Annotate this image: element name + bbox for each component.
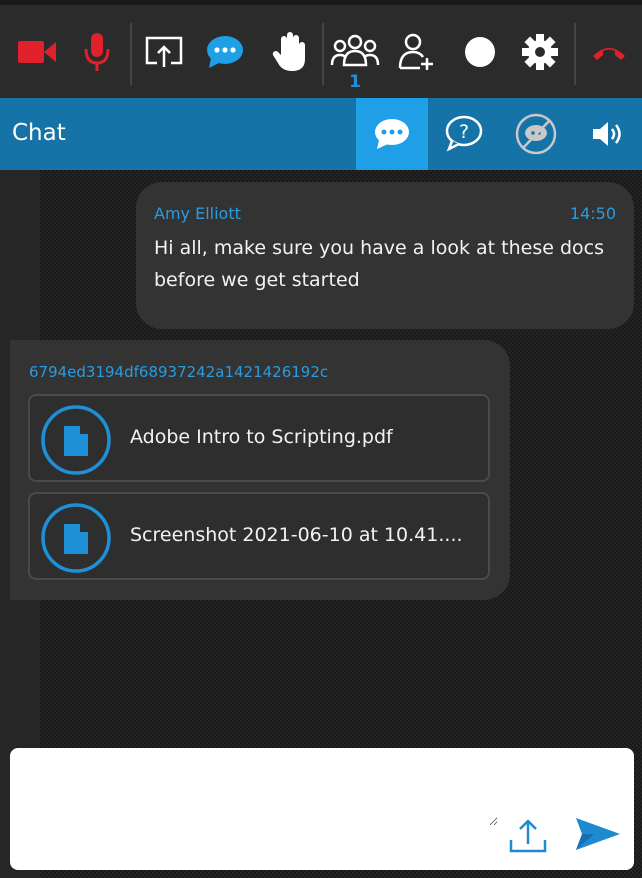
microphone-button[interactable]: [70, 5, 124, 98]
camera-button[interactable]: [10, 5, 64, 98]
chat-message-attachments: 6794ed3194df68937242a1421426192c Adobe I…: [10, 340, 510, 600]
question-icon: ?: [445, 115, 483, 152]
gear-icon: [522, 33, 558, 70]
tab-help[interactable]: ?: [428, 98, 500, 170]
file-icon: [41, 503, 111, 573]
screen-share-icon: [145, 36, 183, 67]
add-user-button[interactable]: [390, 5, 444, 98]
file-name: Adobe Intro to Scripting.pdf: [130, 426, 393, 448]
raise-hand-button[interactable]: [262, 5, 316, 98]
message-input[interactable]: [24, 762, 498, 826]
hang-up-icon: [593, 47, 625, 60]
tab-sound[interactable]: [572, 98, 642, 170]
chat-message: Amy Elliott 14:50 Hi all, make sure you …: [136, 182, 634, 329]
hang-up-button[interactable]: [582, 5, 636, 98]
chat-icon: [375, 119, 409, 149]
message-sender[interactable]: Amy Elliott: [154, 204, 241, 223]
toolbar-divider: [130, 23, 132, 85]
microphone-icon: [84, 32, 110, 71]
send-button[interactable]: [570, 810, 626, 858]
record-icon: [465, 36, 495, 67]
file-attachment[interactable]: Screenshot 2021-06-10 at 10.41....: [28, 492, 490, 580]
file-attachment[interactable]: Adobe Intro to Scripting.pdf: [28, 394, 490, 482]
tab-hidden[interactable]: [500, 98, 572, 170]
participant-count-badge: 1: [349, 72, 361, 92]
participants-icon: [330, 34, 380, 66]
file-icon: [41, 405, 111, 475]
toolbar-divider: [574, 23, 576, 85]
message-time: 14:50: [569, 204, 616, 223]
message-sender[interactable]: 6794ed3194df68937242a1421426192c: [29, 363, 328, 381]
toolbar-divider: [322, 23, 324, 85]
message-composer: [10, 748, 634, 870]
chat-toggle-button[interactable]: [198, 5, 252, 98]
speaker-icon: [593, 122, 621, 146]
screen-share-button[interactable]: [137, 5, 191, 98]
file-name: Screenshot 2021-06-10 at 10.41....: [130, 524, 463, 546]
send-icon: [576, 818, 620, 850]
chat-icon: [207, 35, 243, 68]
chat-title: Chat: [12, 120, 66, 146]
record-button[interactable]: [453, 5, 507, 98]
tab-chat[interactable]: [356, 98, 428, 170]
svg-text:?: ?: [459, 121, 469, 143]
upload-button[interactable]: [504, 814, 552, 858]
message-text: Hi all, make sure you have a look at the…: [154, 237, 604, 291]
settings-button[interactable]: [513, 5, 567, 98]
hide-icon: [515, 113, 557, 155]
add-user-icon: [398, 33, 433, 70]
camera-icon: [18, 40, 56, 63]
chat-header: Chat ?: [0, 98, 642, 170]
call-toolbar: 1: [0, 0, 642, 98]
upload-icon: [509, 819, 547, 853]
raise-hand-icon: [272, 31, 305, 71]
